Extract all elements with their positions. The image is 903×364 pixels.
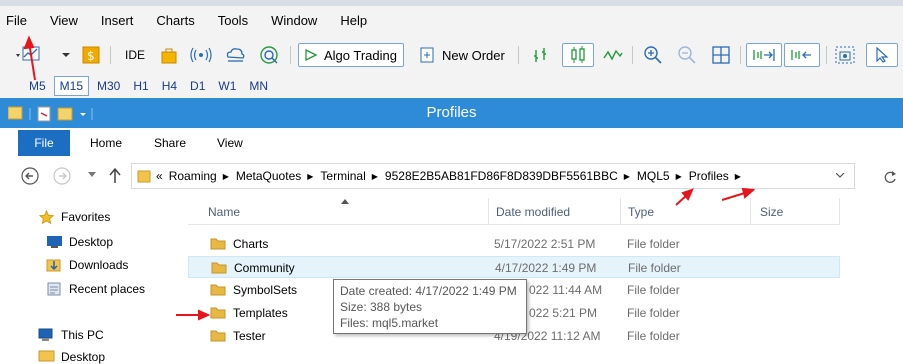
arrow-to-templates-icon — [176, 309, 211, 321]
arrow-to-file-menu-icon — [23, 35, 36, 81]
annotation-arrows — [23, 35, 756, 321]
arrow-to-mql5-icon — [675, 188, 694, 206]
arrow-to-profiles-icon — [721, 187, 756, 201]
